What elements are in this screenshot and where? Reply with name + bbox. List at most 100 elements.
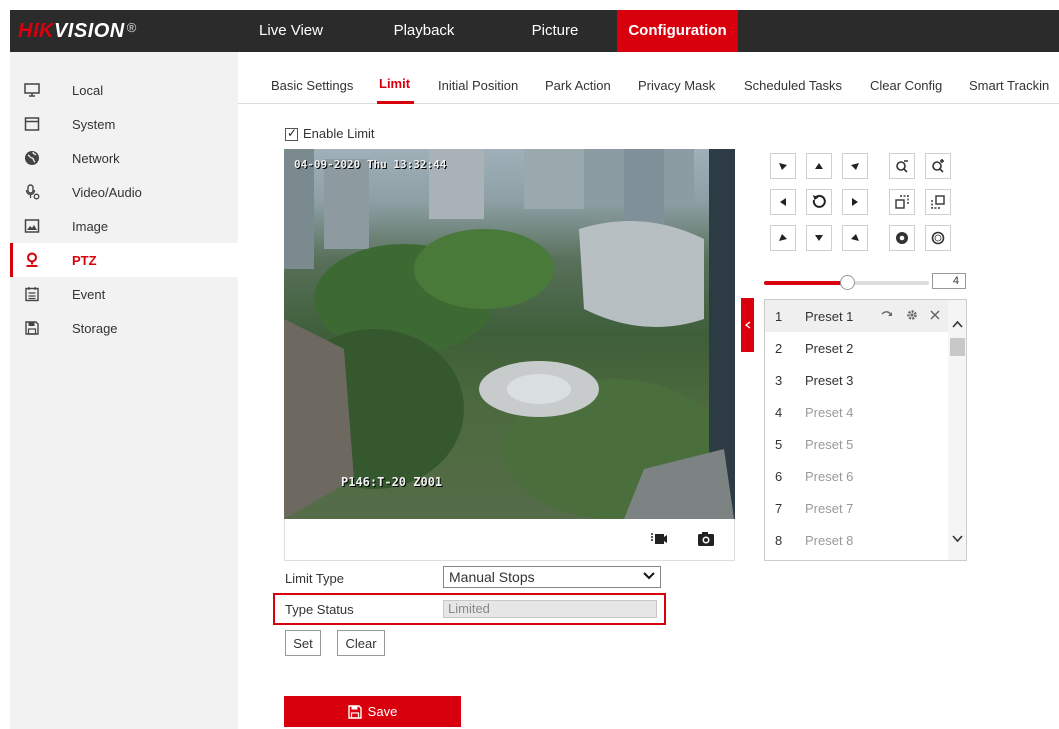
arrow-up-left-icon [779,163,787,170]
image-icon [24,219,40,233]
save-label: Save [367,704,398,719]
preset-row[interactable]: 6 Preset 6 [765,460,948,492]
preset-row[interactable]: 3 Preset 3 [765,364,948,396]
tab-initial-position[interactable]: Initial Position [438,78,518,93]
logo-hik: HIK [18,20,54,42]
auto-scan-button[interactable] [806,189,832,215]
tab-park-action[interactable]: Park Action [545,78,611,93]
close-icon[interactable] [928,308,942,322]
chevron-left-icon [744,321,750,329]
save-disk-icon [347,704,362,719]
clear-button[interactable]: Clear [337,630,385,656]
call-preset-icon[interactable] [880,308,894,322]
preset-row[interactable]: 7 Preset 7 [765,492,948,524]
focus-near-button[interactable] [889,189,915,215]
preset-row[interactable]: 1 Preset 1 [765,300,948,332]
enable-limit-checkbox[interactable] [285,126,298,141]
preset-name: Preset 8 [805,532,854,548]
sidebar-item-network[interactable]: Network [10,141,238,175]
iris-open-icon [931,231,945,245]
nav-picture[interactable]: Picture [510,10,600,52]
ptz-up-button[interactable] [806,153,832,179]
snapshot-camera-icon[interactable] [697,531,715,547]
sidebar-item-label: System [72,116,116,132]
ptz-left-button[interactable] [770,189,796,215]
limit-type-select[interactable]: Manual Stops [443,566,661,588]
nav-configuration[interactable]: Configuration [617,10,738,52]
tab-bar: Basic Settings Limit Initial Position Pa… [238,52,1059,104]
nav-live-view[interactable]: Live View [246,10,336,52]
enable-limit-label: Enable Limit [303,126,375,141]
arrow-up-right-icon [851,163,859,170]
iris-close-button[interactable] [889,225,915,251]
live-video[interactable]: 04-09-2020 Thu 13:32:44 P146:T-20 Z001 [284,149,735,519]
ptz-up-left-button[interactable] [770,153,796,179]
chevron-down-icon[interactable] [951,532,964,545]
sidebar-item-label: Local [72,82,104,98]
preset-number: 4 [775,404,783,420]
tab-limit[interactable]: Limit [379,76,410,91]
type-status-field: Limited [443,600,657,618]
ptz-down-button[interactable] [806,225,832,251]
tab-smart-tracking[interactable]: Smart Trackin [969,78,1049,93]
preset-name: Preset 3 [805,372,854,388]
preset-number: 1 [775,308,783,324]
preset-row[interactable]: 4 Preset 4 [765,396,948,428]
preset-row[interactable]: 2 Preset 2 [765,332,948,364]
iris-open-button[interactable] [925,225,951,251]
ptz-speed-slider[interactable] [764,275,929,290]
ptz-right-button[interactable] [842,189,868,215]
tab-clear-config[interactable]: Clear Config [870,78,942,93]
sidebar-item-video-audio[interactable]: Video/Audio [10,175,238,209]
arrow-down-left-icon [779,234,787,241]
preset-number: 3 [775,372,783,388]
chevron-up-icon[interactable] [951,318,964,331]
preset-number: 8 [775,532,783,548]
zoom-in-button[interactable] [925,153,951,179]
preset-scrollbar[interactable] [948,300,966,560]
collapse-panel-button[interactable] [741,298,754,352]
record-video-icon[interactable] [650,531,668,547]
microphone-icon [25,184,40,200]
arrow-down-right-icon [851,234,859,241]
preset-number: 6 [775,468,783,484]
sidebar-item-system[interactable]: System [10,107,238,141]
tab-scheduled-tasks[interactable]: Scheduled Tasks [744,78,842,93]
ptz-up-right-button[interactable] [842,153,868,179]
zoom-out-button[interactable] [889,153,915,179]
scrollbar-thumb[interactable] [950,338,965,356]
limit-type-label: Limit Type [285,571,345,586]
preset-name: Preset 4 [805,404,854,420]
set-button[interactable]: Set [285,630,321,656]
sidebar-item-label: Event [72,286,106,302]
tab-basic-settings[interactable]: Basic Settings [271,78,353,93]
brand-logo: HIKVISION ® [18,20,137,43]
sidebar-item-storage[interactable]: Storage [10,311,238,345]
focus-far-icon [931,195,945,209]
tab-privacy-mask[interactable]: Privacy Mask [638,78,715,93]
monitor-icon [24,83,40,97]
auto-rotate-icon [812,194,826,208]
sidebar-item-ptz[interactable]: PTZ [10,243,238,277]
chevron-down-icon [643,572,655,580]
ptz-speed-value[interactable]: 4 [932,273,966,289]
sidebar-item-label: Video/Audio [72,184,142,200]
globe-icon [25,151,39,165]
nav-playback[interactable]: Playback [376,10,472,52]
save-button[interactable]: Save [284,696,461,727]
sidebar-item-label: Image [72,218,109,234]
sidebar-item-local[interactable]: Local [10,73,238,107]
speed-slider-thumb[interactable] [840,275,855,290]
sidebar-item-image[interactable]: Image [10,209,238,243]
preset-row[interactable]: 5 Preset 5 [765,428,948,460]
arrow-up-icon [815,163,823,169]
ptz-down-right-button[interactable] [842,225,868,251]
focus-far-button[interactable] [925,189,951,215]
video-toolbar [284,519,735,561]
preset-list: 1 Preset 1 2 Preset 2 3 Preset 3 4 Prese… [764,299,967,561]
ptz-down-left-button[interactable] [770,225,796,251]
iris-close-icon [896,232,908,244]
preset-row[interactable]: 8 Preset 8 [765,524,948,556]
gear-icon[interactable] [905,308,919,322]
sidebar-item-event[interactable]: Event [10,277,238,311]
